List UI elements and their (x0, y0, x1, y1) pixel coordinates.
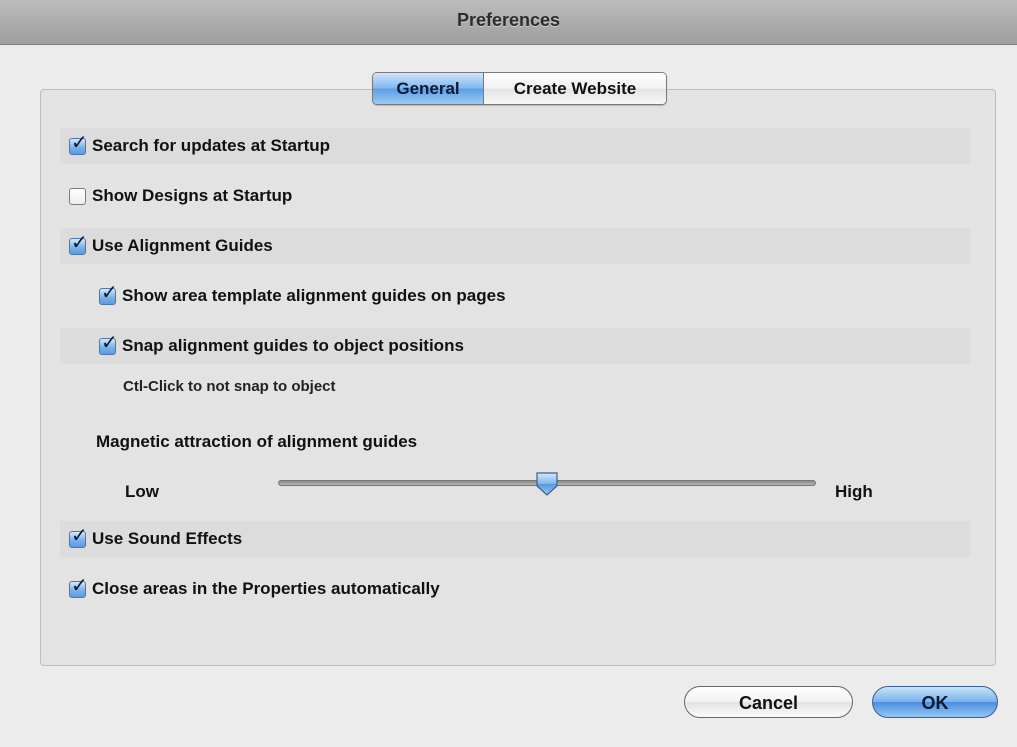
magnetic-attraction-label: Magnetic attraction of alignment guides (96, 432, 418, 451)
use-alignment-guides-checkbox[interactable]: ✓ (69, 232, 88, 255)
option-row-close-areas: ✓ Close areas in the Properties automati… (60, 571, 970, 607)
option-row-sound-effects: ✓ Use Sound Effects (60, 521, 970, 557)
option-row-use-alignment-guides: ✓ Use Alignment Guides (60, 228, 970, 264)
show-designs-checkbox[interactable] (69, 187, 86, 205)
checkmark-icon: ✓ (101, 279, 118, 304)
checkmark-icon: ✓ (71, 229, 88, 254)
ok-button[interactable]: OK (872, 686, 998, 718)
tab-general[interactable]: General (373, 73, 484, 104)
slider-low-label: Low (125, 482, 159, 501)
preferences-window: Preferences General Create Website ✓ Sea… (0, 0, 1017, 747)
search-updates-checkbox[interactable]: ✓ (69, 132, 88, 155)
option-row-search-updates: ✓ Search for updates at Startup (60, 128, 970, 164)
checkmark-icon: ✓ (101, 329, 118, 354)
show-area-template-guides-checkbox[interactable]: ✓ (99, 282, 118, 305)
snap-guides-label: Snap alignment guides to object position… (122, 336, 464, 355)
close-areas-label: Close areas in the Properties automatica… (92, 579, 440, 598)
option-row-show-area-template-guides: ✓ Show area template alignment guides on… (60, 278, 970, 314)
option-row-snap-guides: ✓ Snap alignment guides to object positi… (60, 328, 970, 364)
magnetic-attraction-slider-thumb[interactable] (535, 471, 559, 497)
option-row-show-designs: Show Designs at Startup (60, 178, 970, 214)
snap-note: Ctl-Click to not snap to object (123, 378, 336, 395)
tab-create-website[interactable]: Create Website (484, 73, 666, 104)
use-alignment-guides-label: Use Alignment Guides (92, 236, 273, 255)
window-title: Preferences (456, 10, 561, 30)
checkmark-icon: ✓ (71, 522, 88, 547)
snap-guides-checkbox[interactable]: ✓ (99, 332, 118, 355)
slider-high-label: High (835, 482, 873, 501)
title-bar[interactable]: Preferences (0, 0, 1017, 45)
tab-bar: General Create Website (372, 72, 667, 105)
close-areas-checkbox[interactable]: ✓ (69, 575, 88, 598)
show-area-template-guides-label: Show area template alignment guides on p… (122, 286, 506, 305)
sound-effects-label: Use Sound Effects (92, 529, 243, 548)
checkmark-icon: ✓ (71, 129, 88, 154)
checkmark-icon: ✓ (71, 572, 88, 597)
show-designs-label: Show Designs at Startup (92, 186, 293, 205)
sound-effects-checkbox[interactable]: ✓ (69, 525, 88, 548)
cancel-button[interactable]: Cancel (684, 686, 853, 718)
search-updates-label: Search for updates at Startup (92, 136, 331, 155)
